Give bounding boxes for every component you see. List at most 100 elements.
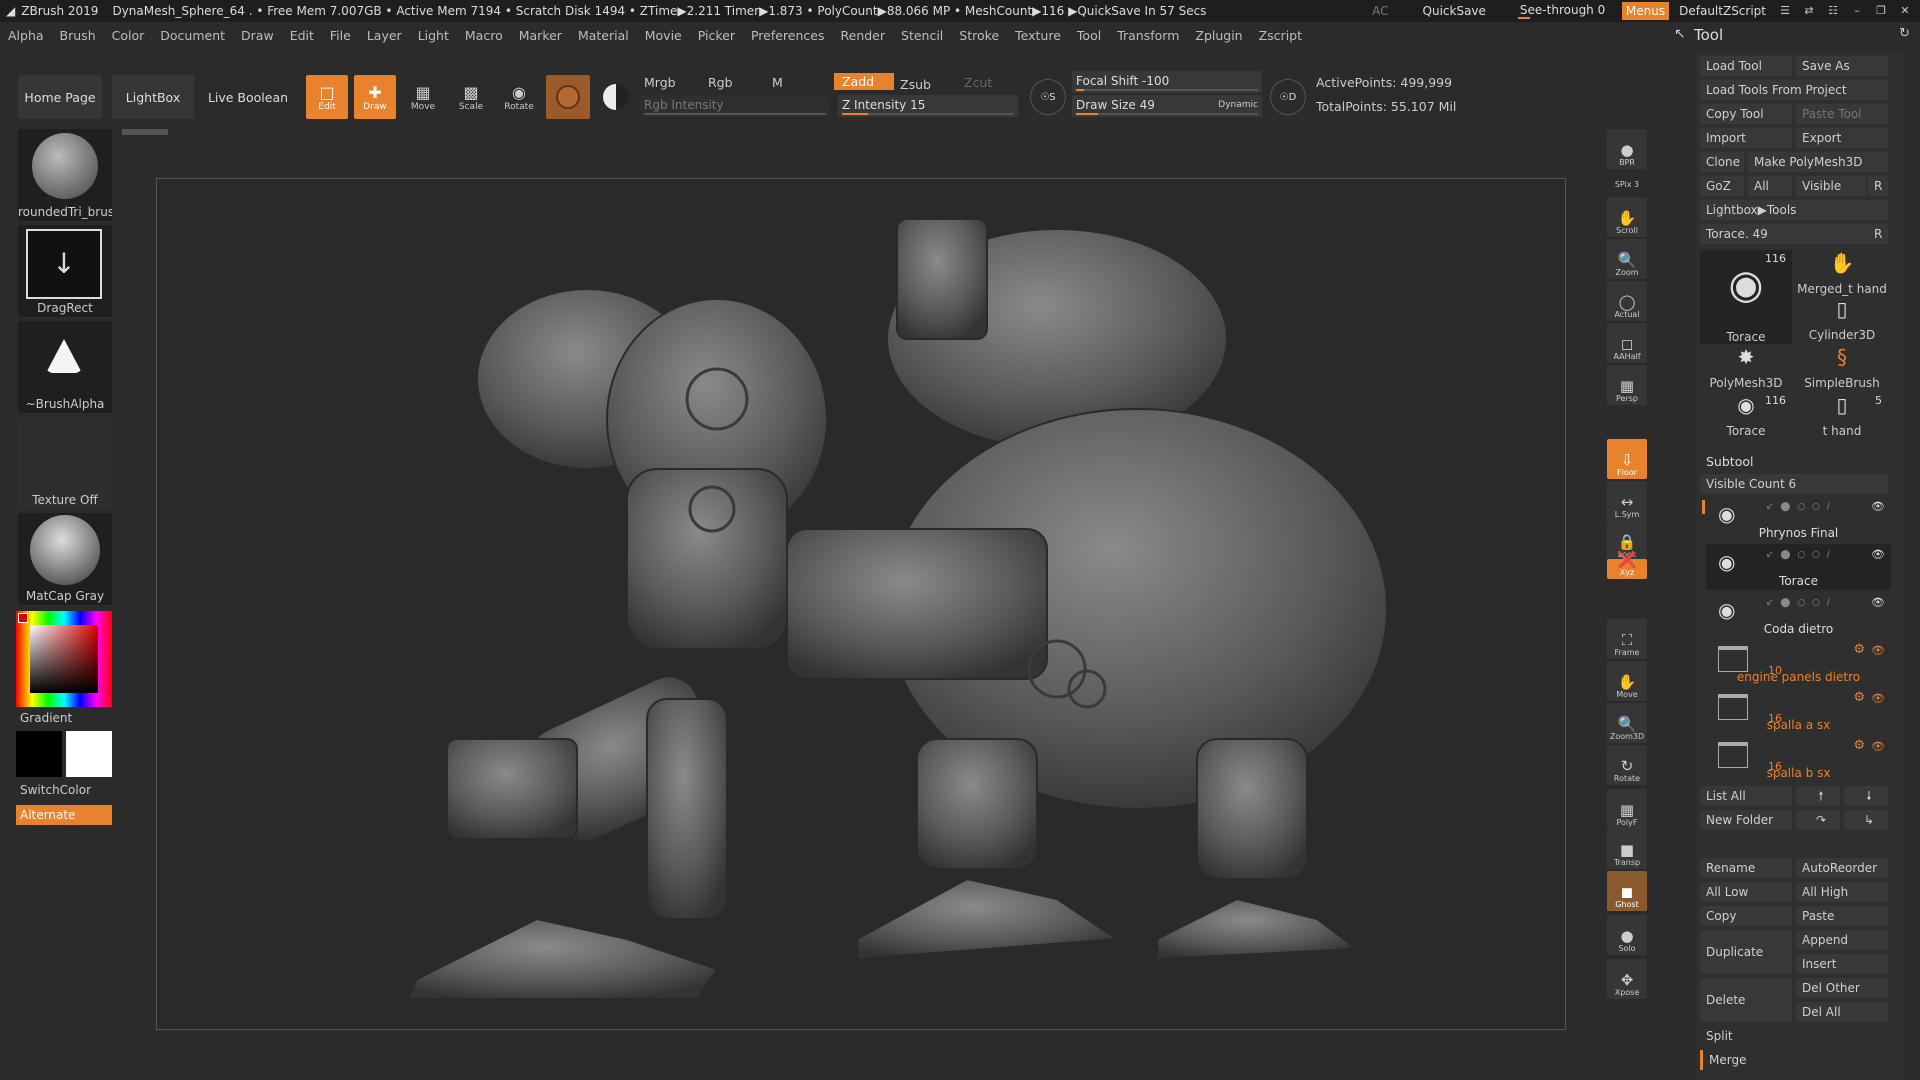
shelf-zoom3d[interactable]: 🔍 Zoom3D [1607, 703, 1647, 743]
spotlight-d-button[interactable]: ☉D [1270, 79, 1306, 115]
shelf-solo[interactable]: ● Solo [1607, 915, 1647, 955]
menu-document[interactable]: Document [152, 28, 233, 43]
lock-icon[interactable]: ☷ [1824, 2, 1842, 20]
all-high-button[interactable]: All High [1796, 882, 1888, 902]
menu-alpha[interactable]: Alpha [0, 28, 52, 43]
shelf-transp[interactable]: ■ Transp [1607, 829, 1647, 869]
subtool-toggles-icon[interactable]: ↙ ⬤ ○ ○ ∕ [1766, 550, 1832, 560]
rename-button[interactable]: Rename [1700, 858, 1792, 878]
list-all-button[interactable]: List All [1700, 786, 1792, 806]
subtool-toggles-icon[interactable]: ↙ ⬤ ○ ○ ∕ [1766, 598, 1832, 608]
minimize-icon[interactable]: – [1848, 2, 1866, 20]
export-button[interactable]: Export [1796, 128, 1888, 148]
default-zscript-button[interactable]: DefaultZScript [1675, 2, 1770, 20]
split-header[interactable]: Split [1700, 1026, 1888, 1046]
tool-thumb-polymesh3d[interactable]: ✸ PolyMesh3D [1700, 344, 1792, 390]
menu-stroke[interactable]: Stroke [951, 28, 1007, 43]
material-swatch-button[interactable] [546, 75, 590, 119]
eye-icon[interactable]: 👁 [1871, 548, 1885, 561]
shelf-zoom[interactable]: 🔍 Zoom [1607, 239, 1647, 279]
visible-count-slider[interactable]: Visible Count 6 [1700, 474, 1888, 494]
insert-button[interactable]: Insert [1796, 954, 1888, 974]
alpha-selector[interactable]: ~BrushAlpha [18, 321, 112, 413]
layout-icon[interactable]: ☰ [1776, 2, 1794, 20]
goz-button[interactable]: GoZ [1700, 176, 1744, 196]
zcut-button[interactable]: Zcut [964, 75, 992, 90]
secondary-color-swatch[interactable] [66, 731, 112, 777]
shelf-aahalf[interactable]: ◻ AAHalf [1607, 323, 1647, 363]
shelf-scroll[interactable]: ✋ Scroll [1607, 197, 1647, 237]
del-all-button[interactable]: Del All [1796, 1002, 1888, 1022]
tool-thumb-t-hand[interactable]: ▯ t hand 5 [1796, 392, 1888, 438]
color-swatch-button[interactable] [598, 75, 634, 119]
tool-thumb-torace[interactable]: ◉ Torace 116 [1700, 250, 1792, 344]
subtool-row-spalla-a-sx[interactable]: ⚙ 👁 spalla a sx 16 [1706, 688, 1891, 734]
move-down-button[interactable]: 🠗 [1844, 786, 1888, 806]
z-intensity-slider[interactable]: Z Intensity 15 [838, 95, 1018, 117]
shelf-actual[interactable]: ◯ Actual [1607, 281, 1647, 321]
lightbox-tools-button[interactable]: Lightbox▶Tools [1700, 200, 1888, 220]
save-as-button[interactable]: Save As [1796, 56, 1888, 76]
tool-thumb-merged-t-hand[interactable]: ✋ Merged_t hand [1796, 250, 1888, 296]
quicksave-button[interactable]: QuickSave [1419, 2, 1490, 20]
menu-transform[interactable]: Transform [1109, 28, 1187, 43]
shelf-bpr[interactable]: ● BPR [1607, 129, 1647, 169]
zsub-button[interactable]: Zsub [900, 77, 931, 92]
menu-zplugin[interactable]: Zplugin [1187, 28, 1250, 43]
tool-thumb-simplebrush[interactable]: § SimpleBrush [1796, 344, 1888, 390]
load-tools-from-project-button[interactable]: Load Tools From Project [1700, 80, 1888, 100]
spotlight-s-button[interactable]: ☉S [1030, 79, 1066, 115]
draw-size-slider[interactable]: Draw Size 49 Dynamic [1072, 95, 1262, 117]
menu-layer[interactable]: Layer [359, 28, 410, 43]
menu-picker[interactable]: Picker [690, 28, 743, 43]
subtool-row-phrynos-final[interactable]: ◉ ↙ ⬤ ○ ○ ∕ 👁 Phrynos Final [1706, 496, 1891, 542]
menu-texture[interactable]: Texture [1007, 28, 1069, 43]
focal-shift-slider[interactable]: Focal Shift -100 [1072, 71, 1262, 93]
gear-icon[interactable]: ⚙ [1853, 738, 1865, 753]
menu-edit[interactable]: Edit [282, 28, 322, 43]
torace-slider[interactable]: Torace. 49 [1700, 224, 1868, 244]
new-folder-button[interactable]: New Folder [1700, 810, 1792, 830]
folder-out-button[interactable]: ↳ [1844, 810, 1888, 830]
menu-brush[interactable]: Brush [52, 28, 104, 43]
folder-move-button[interactable]: ↷ [1796, 810, 1840, 830]
paste-tool-button[interactable]: Paste Tool [1796, 104, 1888, 124]
make-polymesh3d-button[interactable]: Make PolyMesh3D [1748, 152, 1888, 172]
viewport-scroll-tab[interactable] [122, 129, 168, 135]
rotate-button[interactable]: ◉ Rotate [498, 75, 540, 119]
gradient-label[interactable]: Gradient [20, 711, 72, 725]
subtool-row-spalla-b-sx[interactable]: ⚙ 👁 spalla b sx 16 [1706, 736, 1891, 782]
menu-material[interactable]: Material [570, 28, 637, 43]
menu-marker[interactable]: Marker [511, 28, 570, 43]
shelf-xyz[interactable]: ❌ Xyz [1607, 552, 1647, 579]
menu-zscript[interactable]: Zscript [1251, 28, 1310, 43]
move-up-button[interactable]: 🠕 [1796, 786, 1840, 806]
shelf-persp[interactable]: ▦ Persp [1607, 365, 1647, 405]
brush-selector[interactable]: roundedTri_brus [18, 129, 112, 221]
close-icon[interactable]: ✕ [1896, 2, 1914, 20]
rgb-button[interactable]: Rgb [708, 75, 733, 90]
tool-thumb-cylinder3d[interactable]: ▯ Cylinder3D [1796, 296, 1888, 342]
switchcolor-button[interactable]: SwitchColor [20, 783, 91, 797]
menu-render[interactable]: Render [833, 28, 894, 43]
subtool-header[interactable]: Subtool [1706, 454, 1753, 469]
autoreorder-button[interactable]: AutoReorder [1796, 858, 1888, 878]
eye-icon[interactable]: 👁 [1871, 644, 1885, 657]
eye-icon[interactable]: 👁 [1871, 500, 1885, 513]
menu-file[interactable]: File [322, 28, 359, 43]
see-through-slider[interactable]: See-through 0 [1516, 2, 1616, 20]
shelf-spix-3[interactable]: SPix 3 [1607, 173, 1647, 191]
shelf-xpose[interactable]: ✥ Xpose [1607, 959, 1647, 999]
move-button[interactable]: ▦ Move [402, 75, 444, 119]
panel-reset-icon[interactable]: ↻ [1899, 26, 1910, 41]
menu-preferences[interactable]: Preferences [743, 28, 833, 43]
restore-icon[interactable]: ❐ [1872, 2, 1890, 20]
eye-icon[interactable]: 👁 [1871, 692, 1885, 705]
tool-thumb-torace[interactable]: ◉ Torace 116 [1700, 392, 1792, 438]
dynamic-button[interactable]: Dynamic [1218, 95, 1258, 115]
import-button[interactable]: Import [1700, 128, 1792, 148]
menus-button[interactable]: Menus [1621, 2, 1670, 20]
menu-stencil[interactable]: Stencil [893, 28, 951, 43]
scale-button[interactable]: ▩ Scale [450, 75, 492, 119]
menu-light[interactable]: Light [410, 28, 457, 43]
